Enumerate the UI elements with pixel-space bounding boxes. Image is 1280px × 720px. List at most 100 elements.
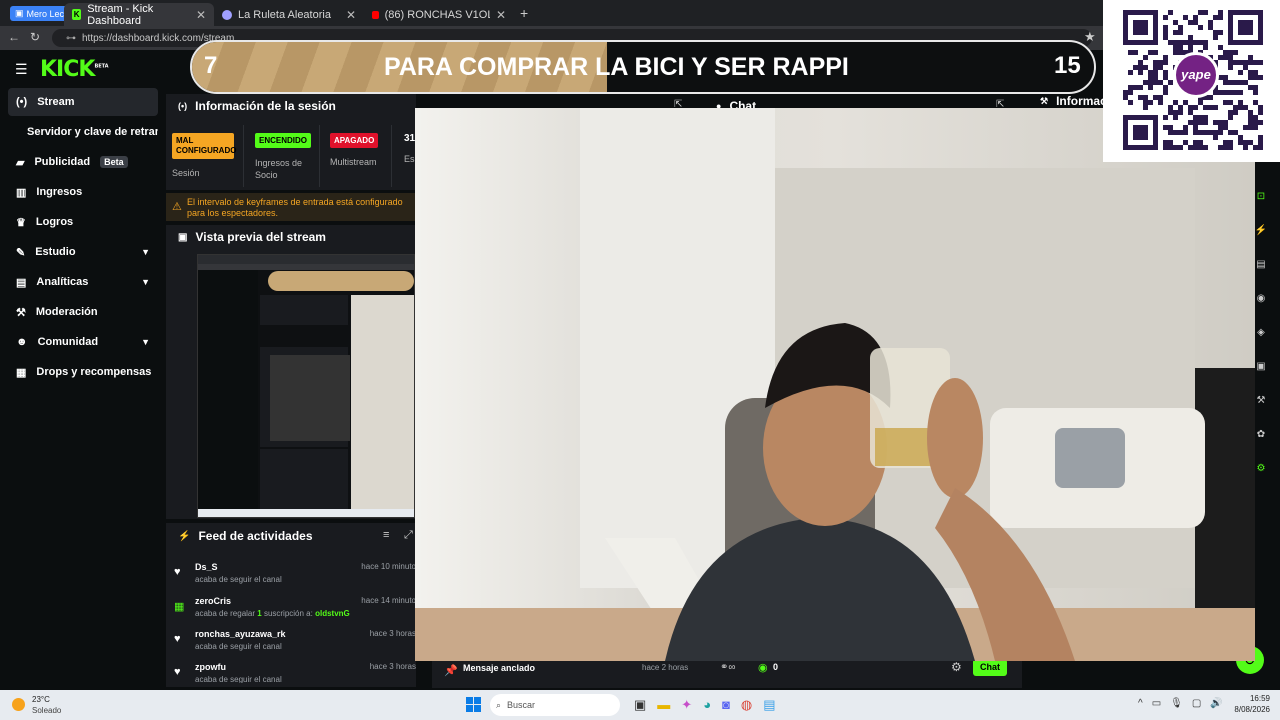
sidebar-item-estudio[interactable]: ✎ Estudio ▼ — [8, 238, 158, 266]
file-explorer-icon[interactable]: ▬ — [657, 697, 670, 713]
network-icon[interactable]: ▭ — [1152, 698, 1161, 709]
hamburger-menu-icon[interactable]: ☰ — [15, 61, 28, 78]
session-count: 31 — [404, 133, 416, 144]
chevron-down-icon: ▼ — [141, 247, 150, 257]
sidebar-item-server-key[interactable]: Servidor y clave de retransm — [8, 118, 158, 146]
session-status-label: Sesión — [172, 168, 200, 178]
socio-badge: ENCENDIDO — [255, 133, 312, 148]
tab-ruleta[interactable]: La Ruleta Aleatoria ✕ — [214, 3, 364, 26]
globe-favicon-icon — [222, 9, 232, 20]
taskbar-apps: ▣ ▬ ✦ ◕ ◙ ◍ ▤ — [634, 697, 776, 713]
chevron-down-icon: ▼ — [141, 277, 150, 287]
chart-icon: ▥ — [16, 186, 27, 199]
reload-icon[interactable]: ↻ — [30, 30, 40, 44]
sidebar-item-comunidad[interactable]: ☻ Comunidad ▼ — [8, 328, 158, 356]
divider — [243, 125, 244, 187]
windows-start-icon[interactable] — [466, 697, 481, 712]
heart-icon: ♥ — [174, 666, 181, 678]
sidebar-item-analiticas[interactable]: ▤ Analíticas ▼ — [8, 268, 158, 296]
megaphone-icon: ▰ — [16, 156, 25, 169]
new-tab-icon[interactable]: + — [520, 5, 528, 21]
feed-item: ♥ ronchas_ayuzawa_rk acaba de seguir el … — [174, 629, 416, 651]
site-info-icon: ⊶ — [66, 32, 76, 44]
warning-icon: ⚠ — [172, 201, 182, 213]
trophy-icon: ♛ — [16, 216, 26, 229]
people-icon: ☻ — [16, 336, 28, 348]
youtube-favicon-icon — [372, 10, 379, 19]
goal-current-value: 7 — [204, 52, 218, 79]
sidebar-item-stream[interactable]: (•) Stream — [8, 88, 158, 116]
session-status-badge: MAL CONFIGURADO — [172, 133, 236, 159]
discord-icon[interactable]: ◙ — [722, 697, 730, 713]
link-icon[interactable]: ⚭∞ — [720, 662, 736, 673]
pinned-message-label[interactable]: Mensaje anclado — [463, 663, 535, 673]
edge-icon[interactable]: ◕ — [703, 697, 711, 713]
socio-label: Ingresos de Socio — [255, 158, 303, 180]
sidebar-item-publicidad[interactable]: ▰ Publicidad Beta — [8, 148, 158, 176]
multistream-label: Multistream — [330, 157, 377, 167]
chevron-up-icon[interactable]: ^ — [1138, 698, 1143, 709]
beta-badge: Beta — [100, 156, 128, 168]
tab-kick-dashboard[interactable]: K Stream - Kick Dashboard ✕ — [64, 3, 214, 27]
sidebar-item-moderacion[interactable]: ⚒ Moderación — [8, 298, 158, 326]
chrome-icon[interactable]: ◍ — [741, 697, 752, 713]
goal-target-value: 15 — [1054, 52, 1081, 79]
taskbar-date[interactable]: 8/08/2026 — [1222, 705, 1270, 714]
toolbar-tool-icon[interactable]: ◉ — [1254, 282, 1268, 316]
bookmark-star-icon[interactable]: ★ — [1084, 29, 1096, 45]
toolbar-tool-icon[interactable]: ✿ — [1254, 418, 1268, 452]
toolbar-tool-icon[interactable]: ⚡ — [1254, 214, 1268, 248]
pinned-message-time: hace 2 horas — [642, 663, 689, 672]
video-icon: ▣ — [178, 231, 188, 243]
feed-item: ♥ Ds_S acaba de seguir el canal hace 10 … — [174, 562, 416, 584]
close-tab-icon[interactable]: ✕ — [346, 8, 356, 22]
filter-icon[interactable]: ≡ — [383, 529, 389, 541]
divider — [391, 125, 392, 187]
wrench-icon: ⚒ — [16, 306, 26, 319]
chat-send-button[interactable]: Chat — [973, 659, 1007, 676]
tab-title: La Ruleta Aleatoria — [238, 8, 331, 21]
wrench-icon: ⚒ — [1040, 95, 1049, 106]
task-view-icon[interactable]: ▣ — [634, 697, 646, 713]
broadcast-icon: (•) — [178, 101, 188, 111]
tab-youtube[interactable]: (86) RONCHAS V1OL1N - PIURAN ✕ — [364, 3, 514, 26]
kick-logo[interactable]: KICKBETA — [40, 57, 109, 82]
stream-preview-title: ▣ Vista previa del stream — [178, 230, 326, 244]
search-icon: ⌕ — [496, 699, 502, 710]
close-tab-icon[interactable]: ✕ — [196, 8, 206, 22]
toolbar-tool-icon[interactable]: ◈ — [1254, 316, 1268, 350]
expand-icon[interactable]: ⤢ — [404, 529, 413, 542]
viewer-icon: ◉ — [758, 662, 768, 674]
toolbar-tool-icon[interactable]: ▣ — [1254, 350, 1268, 384]
folder-icon: ▣ — [15, 8, 24, 18]
stream-preview-video[interactable] — [197, 254, 415, 518]
feed-item: ▦ zeroCris acaba de regalar 1 suscripció… — [174, 596, 416, 618]
copilot-icon[interactable]: ✦ — [681, 697, 692, 713]
close-tab-icon[interactable]: ✕ — [496, 8, 506, 22]
toolbar-tool-icon[interactable]: ⚒ — [1254, 384, 1268, 418]
webcam-feed — [415, 108, 1255, 661]
settings-gear-icon[interactable]: ⚙ — [951, 660, 962, 674]
yape-qr-overlay: yape — [1103, 0, 1280, 162]
toolbar-tool-icon[interactable]: ⊡ — [1254, 180, 1268, 214]
sidebar-item-ingresos[interactable]: ▥ Ingresos — [8, 178, 158, 206]
broadcast-icon: (•) — [16, 96, 28, 108]
system-tray: ^ ▭ 🎙 ▢ 🔊 — [1138, 698, 1223, 709]
lightning-icon: ⚡ — [178, 530, 191, 542]
bar-chart-icon: ▤ — [16, 276, 27, 289]
back-arrow-icon[interactable]: ← — [8, 30, 20, 44]
sidebar-item-drops[interactable]: ▦ Drops y recompensas — [8, 358, 158, 386]
taskbar-search[interactable]: ⌕ Buscar — [490, 694, 620, 716]
microphone-icon[interactable]: 🎙 — [1170, 698, 1183, 709]
info-panel-title: ⚒ Informac — [1040, 94, 1107, 108]
volume-icon[interactable]: 🔊 — [1210, 698, 1222, 709]
sidebar-item-logros[interactable]: ♛ Logros — [8, 208, 158, 236]
feed-gift-desc: acaba de regalar 1 suscripción a: oldstv… — [195, 609, 350, 618]
weather-temp: 23°C — [32, 695, 50, 704]
notepad-icon[interactable]: ▤ — [763, 697, 775, 713]
display-icon[interactable]: ▢ — [1192, 698, 1201, 709]
taskbar-time[interactable]: 16:59 — [1232, 694, 1270, 703]
toolbar-tool-icon[interactable]: ▤ — [1254, 248, 1268, 282]
heart-icon: ♥ — [174, 633, 181, 645]
toolbar-tool-icon[interactable]: ⚙ — [1254, 452, 1268, 486]
